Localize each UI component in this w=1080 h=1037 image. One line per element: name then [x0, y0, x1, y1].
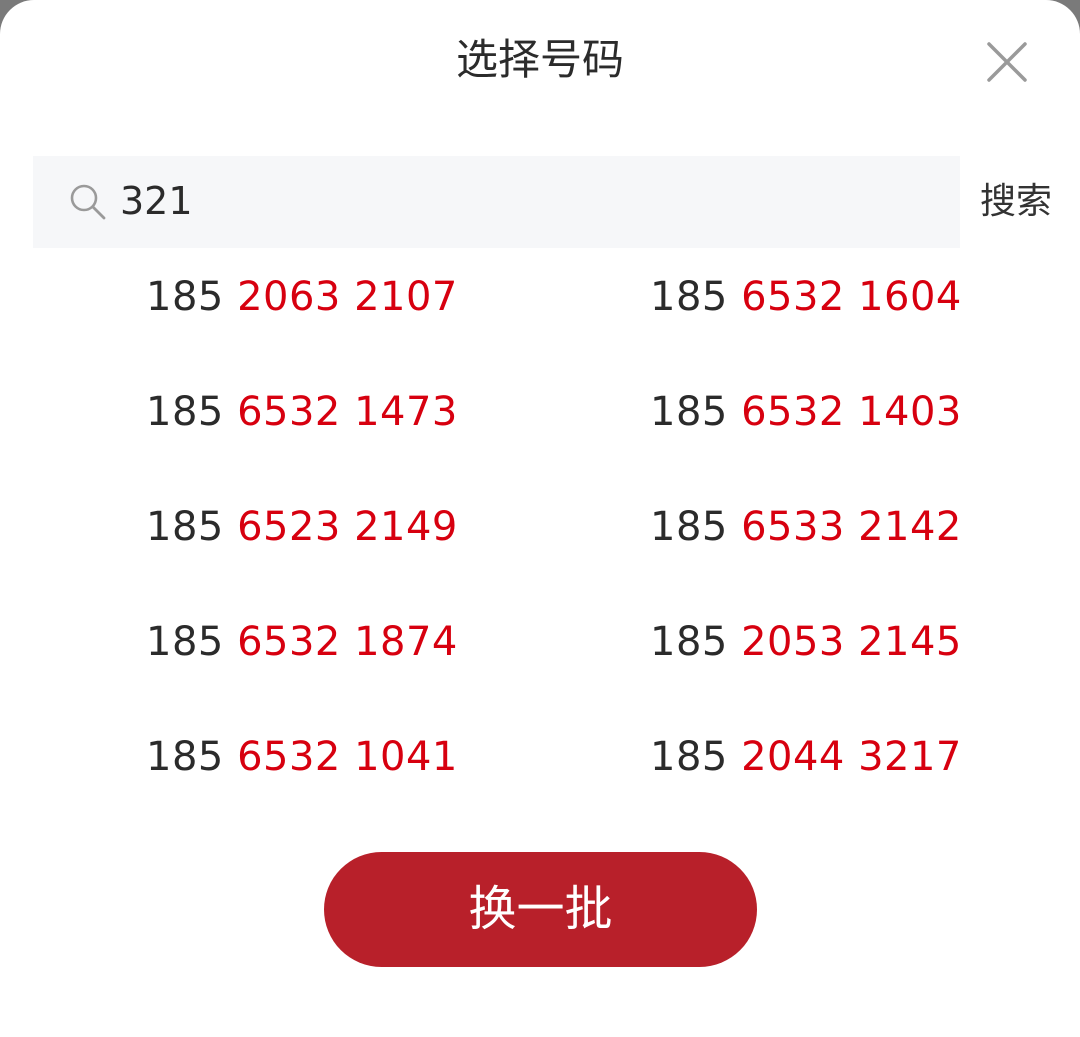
close-button[interactable] [983, 38, 1031, 86]
search-button[interactable]: 搜索 [980, 172, 1070, 232]
number-highlight: 2044 3217 [741, 734, 962, 780]
number-highlight: 6532 1041 [237, 734, 458, 780]
search-input[interactable] [120, 170, 940, 232]
number-option[interactable]: 185 6532 1473 [146, 377, 458, 447]
number-option[interactable]: 185 6532 1403 [650, 377, 962, 447]
number-option[interactable]: 185 2053 2145 [650, 607, 962, 677]
number-option[interactable]: 185 6532 1041 [146, 722, 458, 792]
refresh-batch-button[interactable]: 换一批 [324, 852, 757, 967]
number-prefix: 185 [650, 504, 742, 550]
number-option[interactable]: 185 6533 2142 [650, 492, 962, 562]
number-prefix: 185 [146, 504, 238, 550]
number-picker-dialog: 选择号码 搜索 185 2063 2107 185 6532 1604 185 … [0, 0, 1080, 1037]
number-list: 185 2063 2107 185 6532 1604 185 6532 147… [0, 262, 1080, 837]
number-prefix: 185 [146, 619, 238, 665]
number-option[interactable]: 185 2044 3217 [650, 722, 962, 792]
number-highlight: 6532 1874 [237, 619, 458, 665]
close-icon [987, 42, 1027, 82]
number-prefix: 185 [146, 734, 238, 780]
search-icon [68, 182, 108, 222]
number-highlight: 2053 2145 [741, 619, 962, 665]
dialog-title: 选择号码 [455, 35, 624, 84]
number-highlight: 6532 1604 [741, 274, 962, 320]
number-highlight: 2063 2107 [237, 274, 458, 320]
number-prefix: 185 [650, 734, 742, 780]
number-highlight: 6532 1403 [741, 389, 962, 435]
number-option[interactable]: 185 6532 1874 [146, 607, 458, 677]
number-option[interactable]: 185 6532 1604 [650, 262, 962, 332]
number-highlight: 6523 2149 [237, 504, 458, 550]
number-prefix: 185 [146, 274, 238, 320]
number-option[interactable]: 185 2063 2107 [146, 262, 458, 332]
number-highlight: 6532 1473 [237, 389, 458, 435]
number-prefix: 185 [146, 389, 238, 435]
number-prefix: 185 [650, 619, 742, 665]
number-prefix: 185 [650, 389, 742, 435]
number-highlight: 6533 2142 [741, 504, 962, 550]
number-option[interactable]: 185 6523 2149 [146, 492, 458, 562]
number-prefix: 185 [650, 274, 742, 320]
